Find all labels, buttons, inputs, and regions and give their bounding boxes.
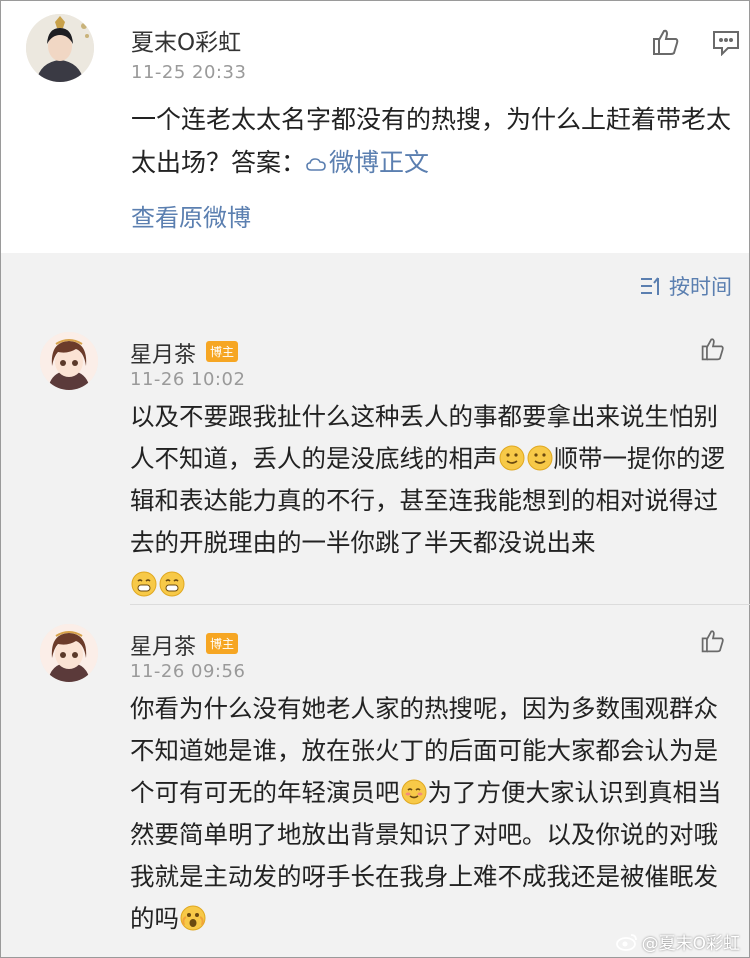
comment-text: 以及不要跟我扯什么这种丢人的事都要拿出来说生怕别人不知道，丢人的是没底线的相声顺…: [130, 396, 730, 606]
post-author[interactable]: 夏末O彩虹: [131, 23, 241, 57]
commenter-name[interactable]: 星月茶: [130, 337, 196, 369]
comment-time: 11-26 09:56: [130, 661, 246, 682]
weibo-link[interactable]: 微博正文: [306, 148, 429, 177]
sort-icon: [641, 277, 659, 295]
comment-icon[interactable]: [712, 30, 740, 60]
smile-emoji: [527, 445, 552, 471]
blogger-badge: 博主: [206, 633, 239, 654]
avatar[interactable]: [26, 14, 94, 82]
watermark-text: @夏末O彩虹: [641, 934, 740, 954]
view-original-link[interactable]: 查看原微博: [131, 198, 251, 233]
post-text: 一个连老太太名字都没有的热搜，为什么上赶着带老太太出场？答案： 微博正文: [131, 98, 731, 184]
blogger-badge: 博主: [206, 341, 239, 362]
like-icon[interactable]: [700, 628, 726, 658]
like-icon[interactable]: [700, 336, 726, 366]
scared-emoji: [180, 905, 206, 931]
smile-emoji: [499, 445, 524, 471]
comment-text: 你看为什么没有她老人家的热搜呢，因为多数围观群众不知道她是谁，放在张火丁的后面可…: [130, 688, 730, 940]
like-icon[interactable]: [651, 27, 681, 61]
post-time: 11-25 20:33: [131, 62, 247, 83]
weibo-link-label: 微博正文: [329, 148, 430, 177]
commenter-name[interactable]: 星月茶: [130, 629, 196, 661]
sort-label: 按时间: [669, 275, 732, 299]
watermark: @夏末O彩虹: [615, 929, 740, 954]
comment-time: 11-26 10:02: [130, 369, 246, 390]
commenter-avatar[interactable]: [40, 332, 98, 390]
grin-emoji: [131, 571, 157, 597]
grin-emoji: [159, 571, 185, 597]
sort-by-time[interactable]: 按时间: [639, 271, 732, 301]
post-body: 一个连老太太名字都没有的热搜，为什么上赶着带老太太出场？答案：: [131, 105, 732, 177]
commenter-avatar[interactable]: [40, 624, 98, 682]
link-cloud-icon: [306, 158, 326, 171]
blush-emoji: [401, 779, 426, 805]
weibo-logo-icon: [615, 933, 637, 951]
original-post: 夏末O彩虹 11-25 20:33 一个连老太太名字都没有的热搜，为什么上赶着带…: [1, 1, 749, 253]
divider: [130, 604, 750, 605]
